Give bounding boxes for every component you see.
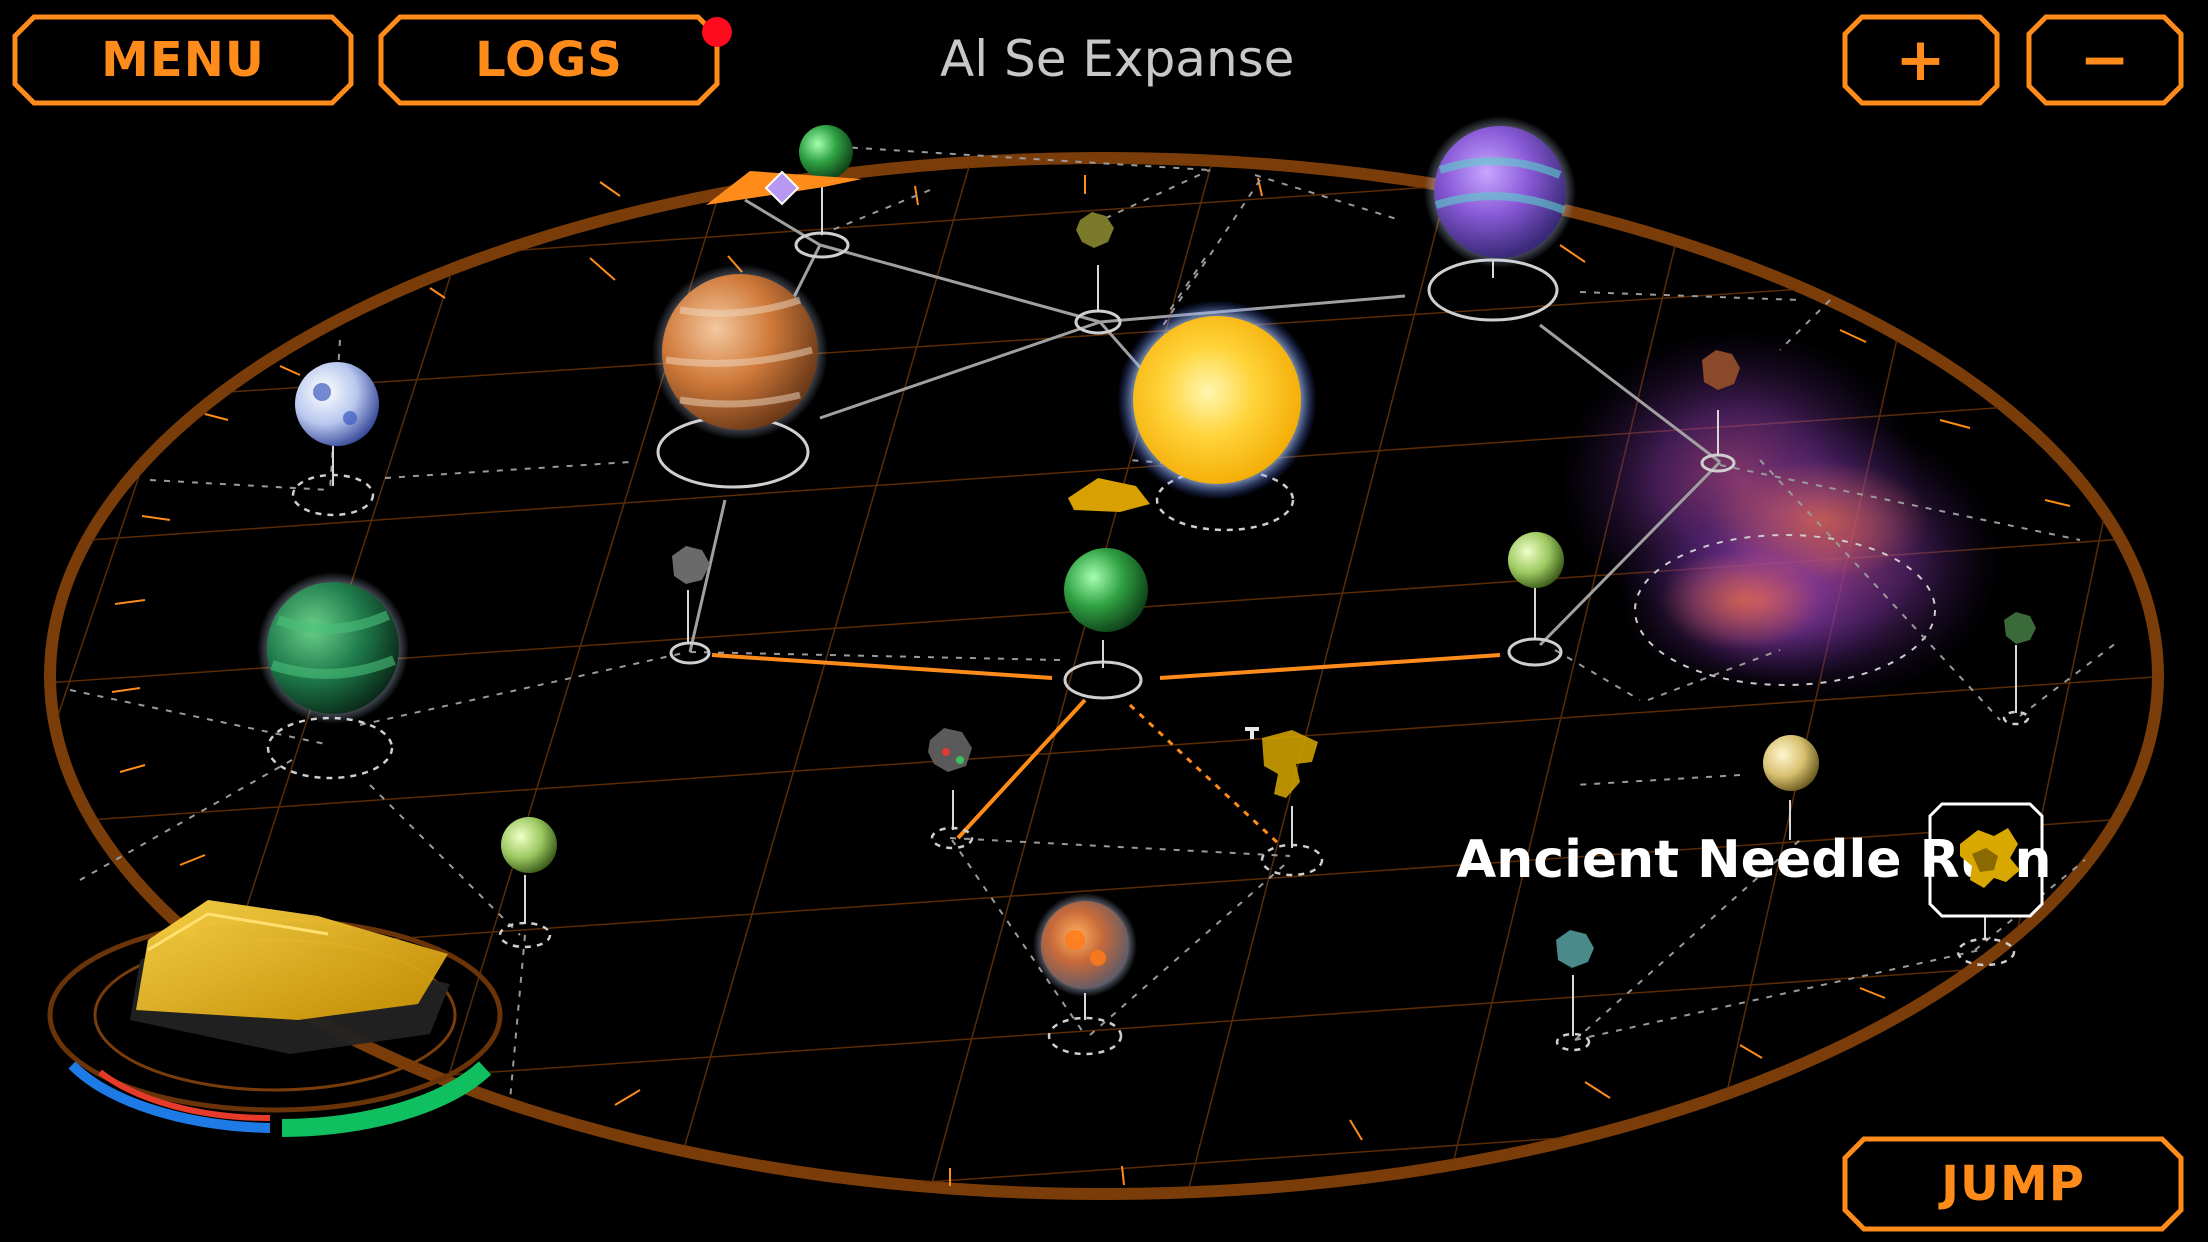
- star-map[interactable]: [0, 0, 2208, 1242]
- active-routes: [711, 653, 1501, 840]
- asteroid-gray[interactable]: [672, 546, 710, 584]
- asteroid-teal[interactable]: [1556, 930, 1594, 968]
- lava-planet[interactable]: [1033, 893, 1137, 997]
- purple-gas-giant[interactable]: [1424, 116, 1576, 268]
- plus-icon: +: [1895, 25, 1947, 95]
- logs-button-label: LOGS: [475, 32, 623, 88]
- jump-button[interactable]: JUMP: [1842, 1136, 2184, 1232]
- logs-notification-dot: [702, 17, 732, 47]
- menu-button[interactable]: MENU: [12, 14, 354, 106]
- nebula[interactable]: [1560, 330, 2000, 700]
- green-planet-small[interactable]: [799, 125, 853, 179]
- asteroid-green[interactable]: [2004, 612, 2036, 644]
- sand-planet[interactable]: [1763, 735, 1819, 791]
- minus-icon: −: [2079, 25, 2131, 95]
- zoom-out-button[interactable]: −: [2026, 14, 2184, 106]
- zoom-in-button[interactable]: +: [1842, 14, 2000, 106]
- planned-route: [1128, 703, 1282, 847]
- sector-title: Al Se Expanse: [940, 30, 1295, 88]
- green-planet-center[interactable]: [1064, 548, 1148, 632]
- asteroid-mineral[interactable]: [928, 728, 972, 772]
- logs-button[interactable]: LOGS: [378, 14, 720, 106]
- lime-planet-east[interactable]: [1508, 532, 1564, 588]
- ancient-ruin-icon: [1960, 828, 2020, 888]
- lime-planet-west[interactable]: [501, 817, 557, 873]
- orange-gas-giant[interactable]: [652, 264, 828, 440]
- sun-star[interactable]: [1117, 300, 1317, 500]
- menu-button-label: MENU: [101, 32, 265, 88]
- ancient-ruin-structure[interactable]: [1245, 727, 1318, 798]
- ice-planet[interactable]: [295, 362, 379, 446]
- trade-station[interactable]: [1068, 478, 1150, 512]
- teal-planet[interactable]: [257, 572, 409, 724]
- jump-button-label: JUMP: [1941, 1156, 2085, 1212]
- player-ship-hud[interactable]: [47, 900, 503, 1137]
